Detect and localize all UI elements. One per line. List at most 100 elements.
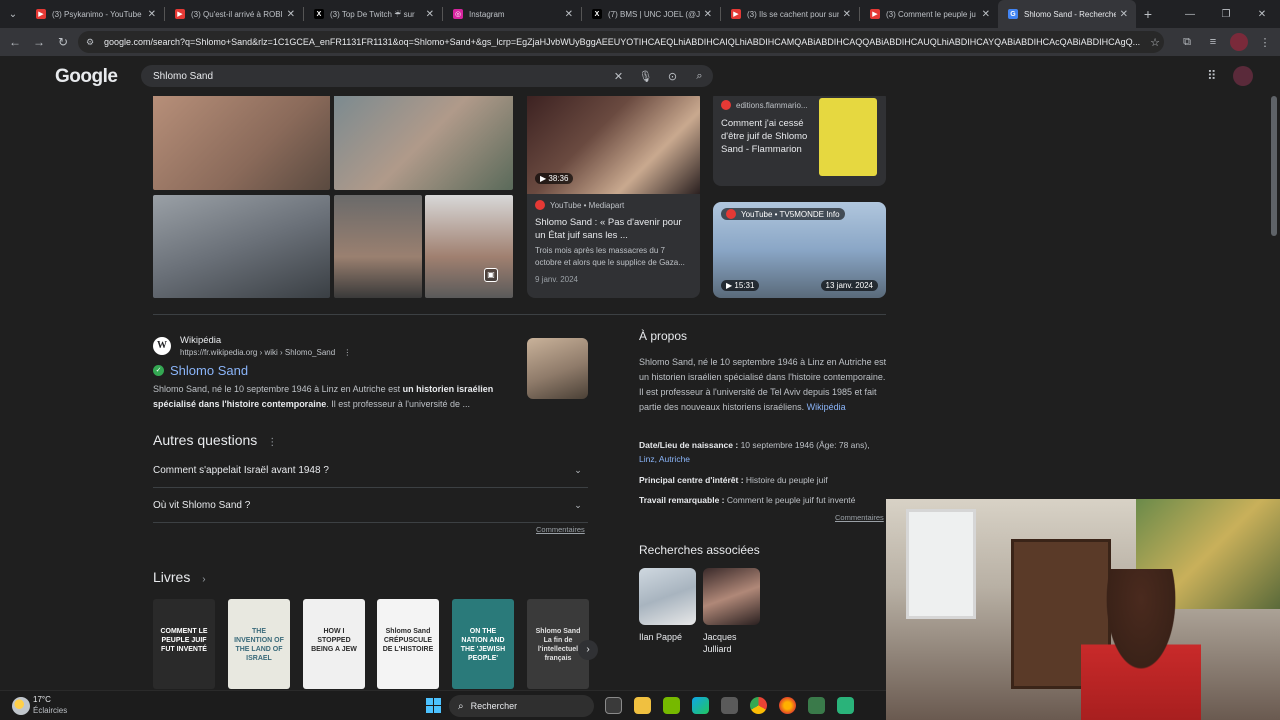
browser-tab[interactable]: ▶ (3) Psykanimo - YouTube ✕ <box>26 0 164 28</box>
more-images-icon[interactable]: ▣ <box>484 268 498 282</box>
forward-icon[interactable]: → <box>27 35 51 49</box>
mic-icon[interactable]: 🎙 <box>632 70 659 83</box>
book-cover[interactable]: Shlomo Sand CRÉPUSCULE DE L'HISTOIRE <box>377 599 439 689</box>
chrome-icon[interactable] <box>750 697 767 714</box>
book-cover[interactable]: HOW I STOPPED BEING A JEW <box>303 599 365 689</box>
tab-close-icon[interactable]: ✕ <box>982 9 990 20</box>
result-site-name[interactable]: Wikipédia <box>180 335 221 346</box>
store-icon[interactable] <box>721 697 738 714</box>
result-title-link[interactable]: ✓ Shlomo Sand <box>153 363 248 378</box>
carousel-next-icon[interactable]: › <box>578 640 598 660</box>
search-input[interactable]: Shlomo Sand <box>153 71 605 82</box>
lens-icon[interactable]: ⊙ <box>659 70 686 83</box>
menu-kebab-icon[interactable]: ⋮ <box>1256 33 1274 51</box>
webcam-window <box>906 509 976 619</box>
image-result[interactable] <box>334 96 513 190</box>
tab-close-icon[interactable]: ✕ <box>704 9 712 20</box>
clear-icon[interactable]: ✕ <box>605 70 632 83</box>
taskbar-search[interactable]: ⌕ Rechercher <box>449 695 594 717</box>
chevron-down-icon[interactable]: ⌄ <box>568 465 588 476</box>
browser-tab[interactable]: X (7) BMS | UNC JOEL (@Jo ✕ <box>582 0 720 28</box>
paa-feedback-link[interactable]: Commentaires <box>536 525 585 534</box>
bookmark-star-icon[interactable]: ☆ <box>1146 36 1164 49</box>
result-menu-icon[interactable]: ⋮ <box>343 348 351 357</box>
image-result[interactable] <box>153 96 330 190</box>
image-result[interactable] <box>425 195 513 298</box>
browser-tab[interactable]: ▶ (3) Comment le peuple ju ✕ <box>860 0 998 28</box>
related-name[interactable]: Jacques Julliard <box>703 631 760 655</box>
maximize-icon[interactable]: ❐ <box>1208 9 1244 20</box>
kp-feedback-link[interactable]: Commentaires <box>835 513 884 522</box>
video-card-mediapart[interactable]: ▶ 38:36 YouTube • Mediapart Shlomo Sand … <box>527 96 700 298</box>
file-explorer-icon[interactable] <box>634 697 651 714</box>
image-result[interactable] <box>334 195 422 298</box>
task-view-icon[interactable] <box>605 697 622 714</box>
tab-close-icon[interactable]: ✕ <box>565 9 573 20</box>
kp-wikipedia-link[interactable]: Wikipédia <box>807 402 846 412</box>
site-info-icon[interactable]: ⚙ <box>86 37 98 48</box>
apps-grid-icon[interactable]: ⠿ <box>1207 68 1217 84</box>
tab-close-icon[interactable]: ✕ <box>1120 9 1128 20</box>
kp-birthplace-link[interactable]: Linz, Autriche <box>639 454 690 464</box>
books-heading[interactable]: Livres › <box>153 569 206 585</box>
close-window-icon[interactable]: ✕ <box>1244 9 1280 20</box>
book-source-text: editions.flammario... <box>736 100 808 110</box>
paa-question-text[interactable]: Comment s'appelait Israël avant 1948 ? <box>153 465 568 476</box>
related-name[interactable]: Ilan Pappé <box>639 631 682 643</box>
paa-question[interactable]: Comment s'appelait Israël avant 1948 ? ⌄ <box>153 454 588 488</box>
minimize-icon[interactable]: — <box>1172 9 1208 20</box>
weather-desc[interactable]: Éclaircies <box>33 706 67 715</box>
result-thumbnail[interactable] <box>527 338 588 399</box>
video-title[interactable]: Shlomo Sand : « Pas d'avenir pour un Éta… <box>535 216 693 242</box>
screen: ⌄ ▶ (3) Psykanimo - YouTube ✕ ▶ (3) Qu'est-i… <box>0 0 1280 720</box>
browser-tab[interactable]: G Shlomo Sand - Recherche ✕ <box>998 0 1136 28</box>
google-logo[interactable]: Google <box>55 66 118 88</box>
result-url[interactable]: https://fr.wikipedia.org › wiki › Shlomo… <box>180 348 351 357</box>
image-result[interactable] <box>153 195 330 298</box>
paa-question-text[interactable]: Où vit Shlomo Sand ? <box>153 500 568 511</box>
new-tab-button[interactable]: + <box>1136 6 1160 22</box>
paa-menu-icon[interactable]: ⋮ <box>267 437 277 448</box>
book-cover[interactable]: COMMENT LE PEUPLE JUIF FUT INVENTÉ <box>153 599 215 689</box>
weather-temp[interactable]: 17°C <box>33 695 51 704</box>
tab-favicon-icon: ▶ <box>870 9 880 19</box>
browser-tab[interactable]: ▶ (3) Ils se cachent pour sur ✕ <box>721 0 859 28</box>
app-icon[interactable] <box>808 697 825 714</box>
chevron-right-icon[interactable]: › <box>202 574 205 585</box>
media-icon[interactable]: ≡ <box>1204 33 1222 51</box>
browser-tab[interactable]: X (3) Top De Twitch ☔ sur ✕ <box>304 0 442 28</box>
tab-close-icon[interactable]: ✕ <box>426 9 434 20</box>
video-card-tv5monde[interactable]: YouTube • TV5MONDE Info ▶ 15:31 13 janv.… <box>713 202 886 298</box>
windows-start-icon[interactable] <box>426 698 441 713</box>
nvidia-icon[interactable] <box>663 697 680 714</box>
book-card-title[interactable]: Comment j'ai cessé d'être juif de Shlomo… <box>721 117 815 156</box>
browser-tab[interactable]: ▶ (3) Qu'est-il arrivé à ROBI ✕ <box>165 0 303 28</box>
spotify-like-icon[interactable] <box>837 697 854 714</box>
firefox-icon[interactable] <box>779 697 796 714</box>
search-icon[interactable]: ⌕ <box>686 70 713 83</box>
edge-icon[interactable] <box>692 697 709 714</box>
back-icon[interactable]: ← <box>3 35 27 49</box>
tab-close-icon[interactable]: ✕ <box>148 9 156 20</box>
browser-tab[interactable]: ◎ Instagram ✕ <box>443 0 581 28</box>
weather-icon[interactable] <box>12 697 30 715</box>
related-image-jacques-julliard[interactable] <box>703 568 760 625</box>
chevron-down-icon[interactable]: ⌄ <box>568 500 588 511</box>
scrollbar[interactable] <box>1271 96 1277 236</box>
tab-close-icon[interactable]: ✕ <box>843 9 851 20</box>
account-avatar[interactable] <box>1233 66 1253 86</box>
profile-avatar-icon[interactable] <box>1230 33 1248 51</box>
book-cover-image[interactable] <box>819 98 877 176</box>
tab-close-icon[interactable]: ✕ <box>287 9 295 20</box>
book-cover[interactable]: ON THE NATION AND THE 'JEWISH PEOPLE' <box>452 599 514 689</box>
book-card-flammarion[interactable]: editions.flammario... Comment j'ai cessé… <box>713 96 886 186</box>
paa-question[interactable]: Où vit Shlomo Sand ? ⌄ <box>153 489 588 523</box>
related-image-ilan-pappe[interactable] <box>639 568 696 625</box>
book-cover[interactable]: THE INVENTION OF THE LAND OF ISRAEL <box>228 599 290 689</box>
extensions-icon[interactable]: ⧉ <box>1178 33 1196 51</box>
address-bar[interactable]: ⚙ google.com/search?q=Shlomo+Sand&rlz=1C… <box>78 31 1164 53</box>
search-box[interactable]: Shlomo Sand ✕ 🎙 ⊙ ⌕ <box>141 65 713 87</box>
result-title-text[interactable]: Shlomo Sand <box>170 363 248 378</box>
reload-icon[interactable]: ↻ <box>51 35 75 49</box>
tab-search-icon[interactable]: ⌄ <box>0 0 26 28</box>
